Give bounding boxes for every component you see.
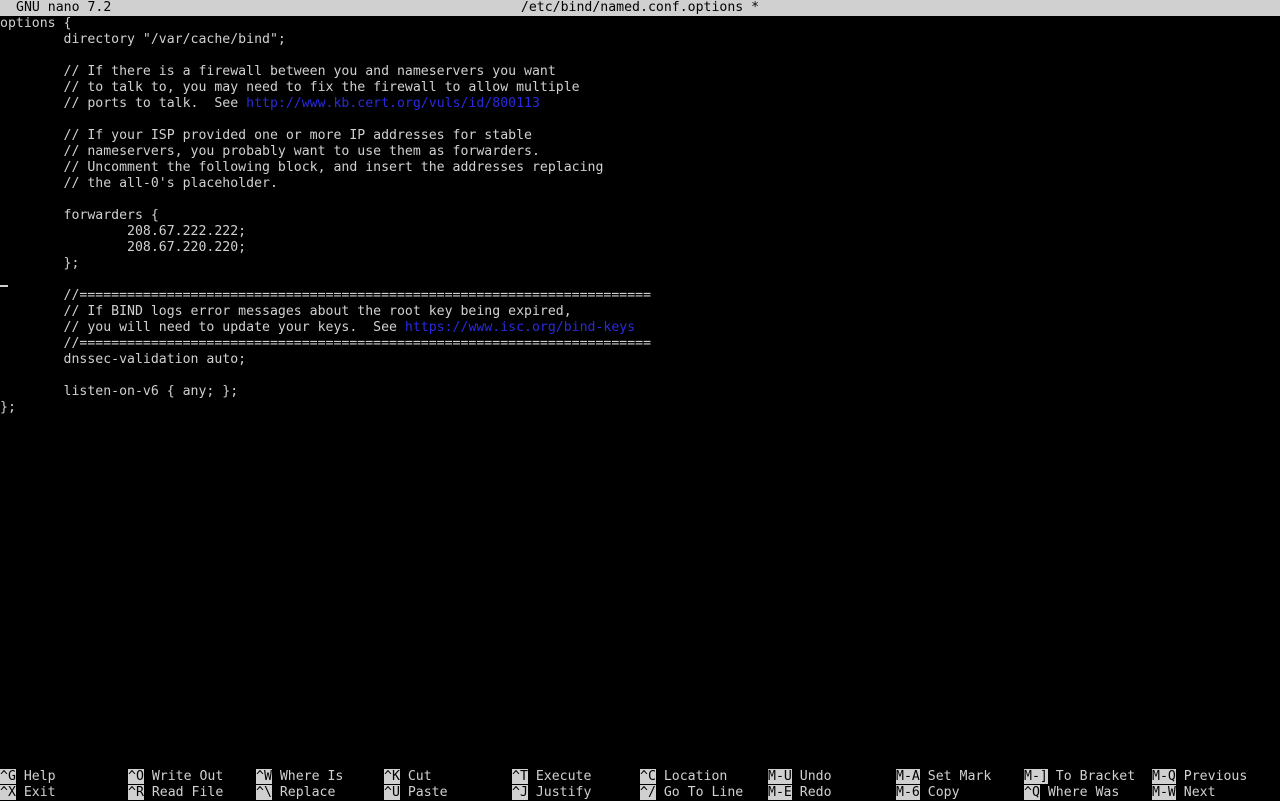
shortcut-key: ^Q xyxy=(1024,785,1040,800)
shortcut-label: Where Was xyxy=(1047,785,1120,800)
shortcut-label: Undo xyxy=(799,769,832,784)
editor-line[interactable]: 208.67.222.222; xyxy=(0,224,1280,240)
editor-line[interactable]: forwarders { xyxy=(0,208,1280,224)
editor-line[interactable]: // Uncomment the following block, and in… xyxy=(0,160,1280,176)
shortcut-redo[interactable]: M-E Redo xyxy=(768,785,832,801)
editor-line[interactable]: //======================================… xyxy=(0,288,1280,304)
shortcut-label: Write Out xyxy=(151,769,224,784)
editor-line[interactable]: 208.67.220.220; xyxy=(0,240,1280,256)
editor-line[interactable]: // nameservers, you probably want to use… xyxy=(0,144,1280,160)
shortcut-label: Set Mark xyxy=(927,769,992,784)
shortcut-label: Replace xyxy=(279,785,336,800)
shortcut-label: Paste xyxy=(407,785,448,800)
shortcut-write-out[interactable]: ^O Write Out xyxy=(128,769,223,785)
file-name: /etc/bind/named.conf.options * xyxy=(520,0,760,15)
shortcut-key: M-6 xyxy=(896,785,920,800)
editor-line-text: // you will need to update your keys. Se… xyxy=(0,320,405,335)
shortcut-undo[interactable]: M-U Undo xyxy=(768,769,832,785)
shortcut-execute[interactable]: ^T Execute xyxy=(512,769,591,785)
shortcut-key: ^/ xyxy=(640,785,656,800)
shortcut-key: ^J xyxy=(512,785,528,800)
shortcut-where-was[interactable]: ^Q Where Was xyxy=(1024,785,1119,801)
shortcut-row-1: ^G Help ^O Write Out ^W Where Is ^K Cut … xyxy=(0,769,1280,785)
shortcut-label: Previous xyxy=(1183,769,1248,784)
shortcut-label: Execute xyxy=(535,769,592,784)
shortcut-where-is[interactable]: ^W Where Is xyxy=(256,769,343,785)
shortcut-label: Cut xyxy=(407,769,432,784)
shortcut-label: Justify xyxy=(535,785,592,800)
shortcut-key: ^G xyxy=(0,769,16,784)
editor-line[interactable]: //======================================… xyxy=(0,336,1280,352)
editor-line[interactable]: // ports to talk. See http://www.kb.cert… xyxy=(0,96,1280,112)
editor-line[interactable]: // If your ISP provided one or more IP a… xyxy=(0,128,1280,144)
shortcut-key: ^W xyxy=(256,769,272,784)
shortcut-go-to-line[interactable]: ^/ Go To Line xyxy=(640,785,743,801)
editor-line[interactable]: options { xyxy=(0,16,1280,32)
shortcut-label: Go To Line xyxy=(663,785,744,800)
shortcut-key: ^O xyxy=(128,769,144,784)
shortcut-key: M-] xyxy=(1024,769,1048,784)
shortcut-copy[interactable]: M-6 Copy xyxy=(896,785,960,801)
shortcut-label: Read File xyxy=(151,785,224,800)
editor-line[interactable]: }; xyxy=(0,400,1280,416)
shortcut-key: M-Q xyxy=(1152,769,1176,784)
shortcut-read-file[interactable]: ^R Read File xyxy=(128,785,223,801)
text-cursor xyxy=(0,285,8,287)
shortcut-location[interactable]: ^C Location xyxy=(640,769,727,785)
shortcut-justify[interactable]: ^J Justify xyxy=(512,785,591,801)
editor-text-area[interactable]: options { directory "/var/cache/bind"; /… xyxy=(0,16,1280,752)
shortcut-key: ^T xyxy=(512,769,528,784)
shortcut-label: Redo xyxy=(799,785,832,800)
shortcut-to-bracket[interactable]: M-] To Bracket xyxy=(1024,769,1135,785)
shortcut-key: ^X xyxy=(0,785,16,800)
editor-line[interactable]: dnssec-validation auto; xyxy=(0,352,1280,368)
shortcut-key: ^R xyxy=(128,785,144,800)
kb-cert-link[interactable]: http://www.kb.cert.org/vuls/id/800113 xyxy=(246,96,540,111)
shortcut-help[interactable]: ^G Help xyxy=(0,769,56,785)
shortcut-previous[interactable]: M-Q Previous xyxy=(1152,769,1247,785)
editor-line[interactable]: listen-on-v6 { any; }; xyxy=(0,384,1280,400)
shortcut-label: Copy xyxy=(927,785,960,800)
editor-line[interactable]: // you will need to update your keys. Se… xyxy=(0,320,1280,336)
editor-line[interactable]: }; xyxy=(0,256,1280,272)
shortcut-cut[interactable]: ^K Cut xyxy=(384,769,432,785)
shortcut-key: M-A xyxy=(896,769,920,784)
shortcut-row-2: ^X Exit ^R Read File ^\ Replace ^U Paste… xyxy=(0,785,1280,801)
isc-bind-keys-link[interactable]: https://www.isc.org/bind-keys xyxy=(405,320,635,335)
shortcut-replace[interactable]: ^\ Replace xyxy=(256,785,335,801)
shortcut-key: M-U xyxy=(768,769,792,784)
shortcut-set-mark[interactable]: M-A Set Mark xyxy=(896,769,991,785)
editor-line-text: // ports to talk. See xyxy=(0,96,247,111)
editor-line[interactable]: // If BIND logs error messages about the… xyxy=(0,304,1280,320)
editor-line[interactable] xyxy=(0,368,1280,384)
editor-line[interactable]: // If there is a firewall between you an… xyxy=(0,64,1280,80)
shortcut-label: Exit xyxy=(23,785,56,800)
editor-line[interactable] xyxy=(0,48,1280,64)
shortcut-exit[interactable]: ^X Exit xyxy=(0,785,56,801)
shortcut-key: ^C xyxy=(640,769,656,784)
shortcut-key: M-W xyxy=(1152,785,1176,800)
shortcut-key: ^U xyxy=(384,785,400,800)
shortcut-next[interactable]: M-W Next xyxy=(1152,785,1216,801)
title-bar: GNU nano 7.2 /etc/bind/named.conf.option… xyxy=(0,0,1280,16)
shortcut-key: ^K xyxy=(384,769,400,784)
shortcut-label: To Bracket xyxy=(1055,769,1136,784)
shortcut-label: Location xyxy=(663,769,728,784)
editor-line[interactable] xyxy=(0,272,1280,288)
editor-line[interactable]: // the all-0's placeholder. xyxy=(0,176,1280,192)
shortcut-paste[interactable]: ^U Paste xyxy=(384,785,448,801)
editor-line[interactable] xyxy=(0,192,1280,208)
editor-line[interactable]: // to talk to, you may need to fix the f… xyxy=(0,80,1280,96)
shortcut-key: ^\ xyxy=(256,785,272,800)
editor-line[interactable] xyxy=(0,112,1280,128)
editor-line[interactable]: directory "/var/cache/bind"; xyxy=(0,32,1280,48)
shortcut-key: M-E xyxy=(768,785,792,800)
shortcut-label: Help xyxy=(23,769,56,784)
shortcut-label: Next xyxy=(1183,785,1216,800)
shortcut-label: Where Is xyxy=(279,769,344,784)
